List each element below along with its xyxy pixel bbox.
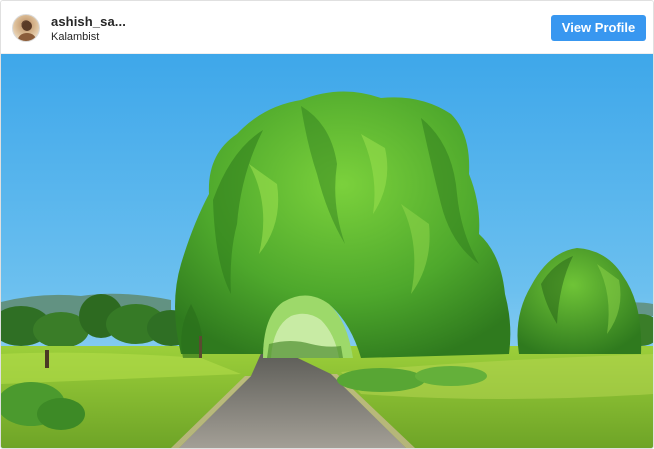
embed-header: ashish_sa... Kalambist View Profile [1,1,653,54]
location-link[interactable]: Kalambist [51,30,126,45]
avatar-image [18,21,36,41]
instagram-embed: ashish_sa... Kalambist View Profile [0,0,654,449]
avatar[interactable] [12,14,40,42]
post-photo[interactable] [1,54,653,448]
username-link[interactable]: ashish_sa... [51,14,126,29]
view-profile-button[interactable]: View Profile [551,15,646,41]
user-info: ashish_sa... Kalambist [51,14,126,45]
post-image [1,54,653,448]
